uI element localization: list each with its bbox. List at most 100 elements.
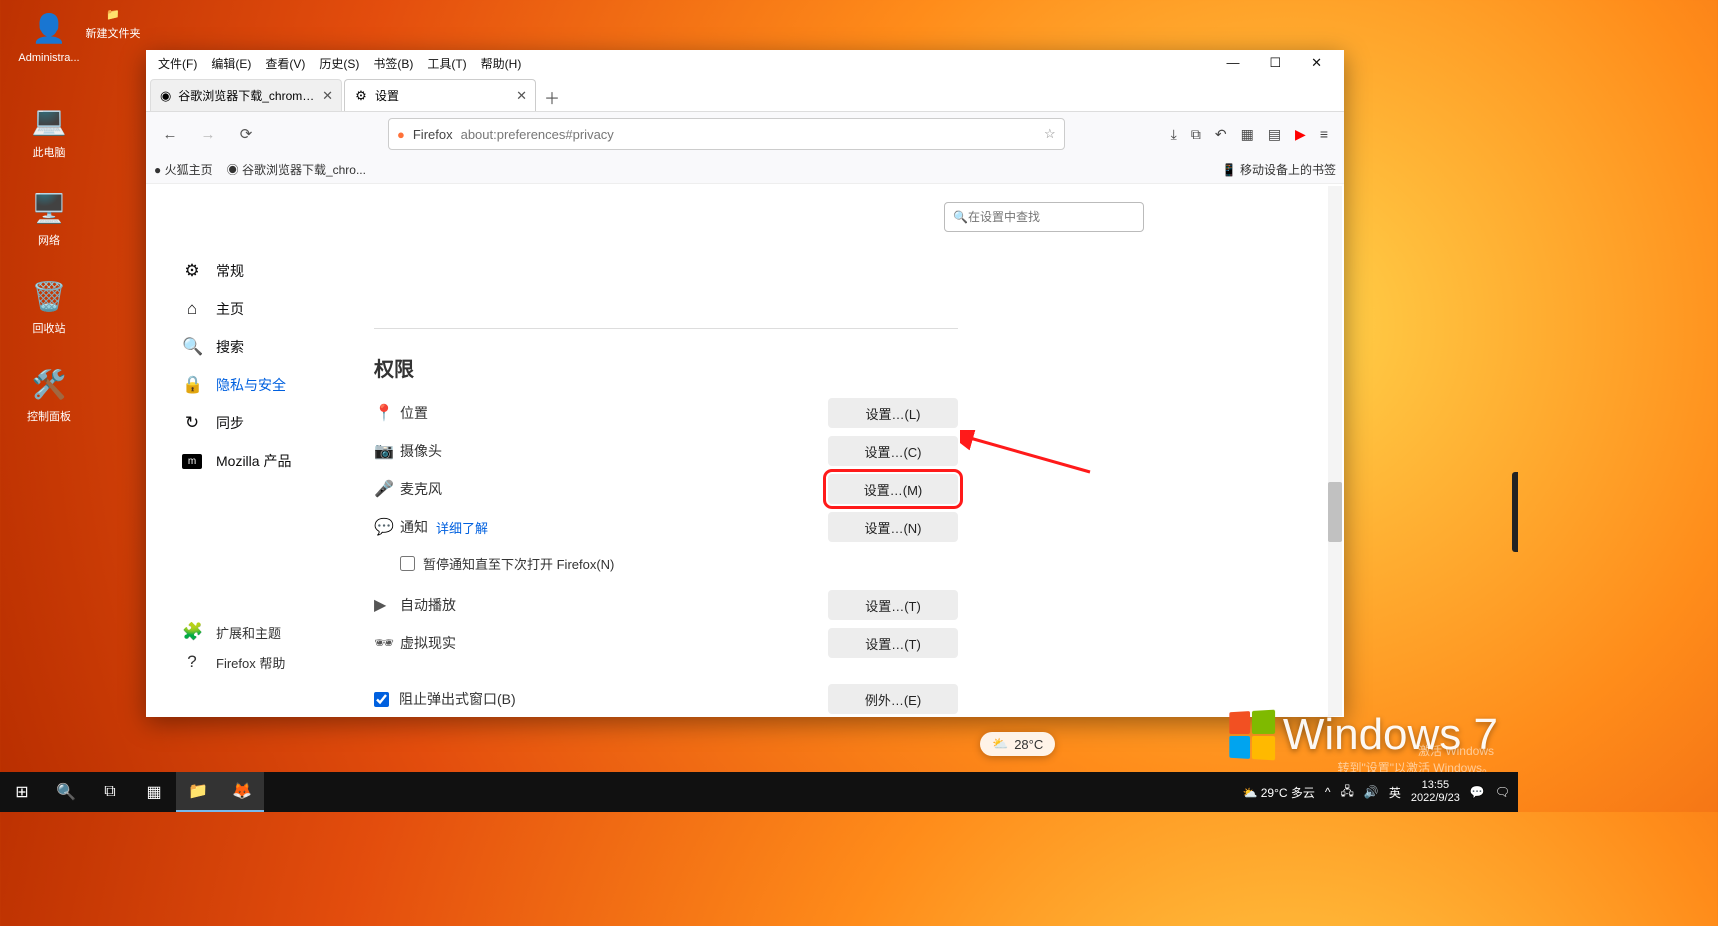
bookmark-fx-home[interactable]: ● 火狐主页 xyxy=(154,161,213,178)
perm-row-camera: 📷 摄像头 设置…(C) xyxy=(374,432,958,470)
desktop-icon-network[interactable]: 🖥️网络 xyxy=(14,188,84,248)
pause-notifications-row: 暂停通知直至下次打开 Firefox(N) xyxy=(374,546,958,580)
perm-row-location: 📍 位置 设置…(L) xyxy=(374,394,958,432)
menu-history[interactable]: 历史(S) xyxy=(313,53,365,74)
settings-button-vr[interactable]: 设置…(T) xyxy=(828,628,958,658)
tray-notifications-icon[interactable]: 💬 xyxy=(1470,785,1485,799)
sidebar-item-label: 常规 xyxy=(216,261,244,281)
tray-weather[interactable]: ⛅ 29°C 多云 xyxy=(1242,784,1314,801)
pause-notifications-checkbox[interactable] xyxy=(400,556,415,571)
page-icon[interactable]: ▤ xyxy=(1268,126,1281,143)
sidebar-item-help[interactable]: ?Firefox 帮助 xyxy=(174,647,293,677)
settings-search-input[interactable] xyxy=(968,210,1135,224)
perm-label: 通知 xyxy=(400,517,428,537)
tray-action-icon[interactable]: 🗨 xyxy=(1495,785,1510,799)
sidebar-item-extensions[interactable]: 🧩扩展和主题 xyxy=(174,617,293,647)
vr-icon: 🕶 xyxy=(374,633,400,653)
settings-button-autoplay[interactable]: 设置…(T) xyxy=(828,590,958,620)
forward-button[interactable]: → xyxy=(192,118,224,150)
sidebar-item-sync[interactable]: ↻ 同步 xyxy=(174,404,374,442)
sidebar-item-label: 搜索 xyxy=(216,337,244,357)
search-icon: 🔍 xyxy=(182,337,202,357)
new-tab-button[interactable]: ＋ xyxy=(538,83,566,111)
taskview-button[interactable]: ⧉ xyxy=(88,772,132,812)
settings-button-mic[interactable]: 设置…(M) xyxy=(828,474,958,504)
bookmark-chrome-dl[interactable]: ◉ 谷歌浏览器下载_chro... xyxy=(227,161,366,178)
window-close-button[interactable]: ✕ xyxy=(1305,53,1328,73)
sidebar-item-mozilla[interactable]: mMozilla 产品 xyxy=(174,442,374,480)
pause-notifications-label: 暂停通知直至下次打开 Firefox(N) xyxy=(423,554,614,573)
window-minimize-button[interactable]: — xyxy=(1220,53,1245,73)
tab-settings[interactable]: ⚙ 设置 ✕ xyxy=(344,79,536,111)
sync-icon: ↻ xyxy=(182,413,202,433)
menubar: 文件(F) 编辑(E) 查看(V) 历史(S) 书签(B) 工具(T) 帮助(H… xyxy=(146,50,1344,76)
chat-icon: 💬 xyxy=(374,517,400,537)
sidebar-item-label: 主页 xyxy=(216,299,244,319)
sidebar-item-general[interactable]: ⚙ 常规 xyxy=(174,252,374,290)
tray-ime[interactable]: 英 xyxy=(1389,784,1401,801)
undo-icon[interactable]: ↶ xyxy=(1215,126,1227,143)
sidebar-item-search[interactable]: 🔍 搜索 xyxy=(174,328,374,366)
sidebar-item-home[interactable]: ⌂主页 xyxy=(174,290,374,328)
tray-chevron-icon[interactable]: ^ xyxy=(1325,785,1331,799)
menu-tools[interactable]: 工具(T) xyxy=(421,53,472,74)
edge-handle[interactable] xyxy=(1512,472,1518,552)
taskbar-firefox[interactable]: 🦊 xyxy=(220,772,264,812)
settings-button-notifications[interactable]: 设置…(N) xyxy=(828,512,958,542)
close-icon[interactable]: ✕ xyxy=(322,88,333,104)
settings-content: ⚙ 常规 ⌂主页 🔍 搜索 🔒隐私与安全 ↻ 同步 mMozilla 产品 🧩扩展和主… xyxy=(146,184,1344,717)
block-popups-row: 阻止弹出式窗口(B) 例外…(E) xyxy=(374,680,958,717)
tray-volume-icon[interactable]: 🔊 xyxy=(1364,785,1379,799)
tray-network-icon[interactable]: 🖧 xyxy=(1341,782,1354,803)
tray-clock[interactable]: 13:55 2022/9/23 xyxy=(1411,779,1460,805)
perm-label: 麦克风 xyxy=(400,479,828,499)
window-maximize-button[interactable]: ☐ xyxy=(1263,53,1287,73)
taskbar-search-button[interactable]: 🔍 xyxy=(44,772,88,812)
desktop-icon-thispc[interactable]: 💻此电脑 xyxy=(14,100,84,160)
sidebar-item-label: 扩展和主题 xyxy=(216,623,281,642)
desktop-icon-admin[interactable]: 👤Administra... xyxy=(14,8,84,64)
camera-icon: 📷 xyxy=(374,441,400,461)
tab-chrome-download[interactable]: ◉ 谷歌浏览器下载_chrome浏览器 ✕ xyxy=(150,79,342,111)
settings-button-camera[interactable]: 设置…(C) xyxy=(828,436,958,466)
bookmark-star-icon[interactable]: ☆ xyxy=(1044,126,1056,142)
desktop-icon-recycle[interactable]: 🗑️回收站 xyxy=(14,276,84,336)
perm-row-mic: 🎤 麦克风 设置…(M) xyxy=(374,470,958,508)
close-icon[interactable]: ✕ xyxy=(516,88,527,104)
desktop-icon-newfolder[interactable]: 📁新建文件夹 xyxy=(78,8,148,41)
bookmark-mobile[interactable]: 📱 移动设备上的书签 xyxy=(1222,161,1336,178)
menu-file[interactable]: 文件(F) xyxy=(152,53,203,74)
settings-button-location[interactable]: 设置…(L) xyxy=(828,398,958,428)
taskbar-explorer[interactable]: 📁 xyxy=(176,772,220,812)
learn-more-link[interactable]: 详细了解 xyxy=(436,518,488,537)
activation-watermark: 激活 Windows 转到"设置"以激活 Windows。 xyxy=(1337,742,1494,776)
apps-button[interactable]: ▦ xyxy=(132,772,176,812)
desktop-icon-controlpanel[interactable]: 🛠️控制面板 xyxy=(14,364,84,424)
apps-icon[interactable]: ▦ xyxy=(1241,126,1254,143)
download-icon[interactable]: ⤓ xyxy=(1171,126,1177,143)
urlbar[interactable]: ● Firefox about:preferences#privacy ☆ xyxy=(388,118,1065,150)
menu-help[interactable]: 帮助(H) xyxy=(475,53,528,74)
gear-icon: ⚙ xyxy=(182,261,202,281)
exceptions-button-popups[interactable]: 例外…(E) xyxy=(828,684,958,714)
hamburger-menu-icon[interactable]: ≡ xyxy=(1320,126,1328,143)
play-icon: ▶ xyxy=(374,595,400,615)
settings-main: 🔍 权限 📍 位置 设置…(L) 📷 摄像头 设置…(C) 🎤 麦克风 xyxy=(374,184,1344,717)
sidebar-item-privacy[interactable]: 🔒隐私与安全 xyxy=(174,366,374,404)
block-popups-checkbox[interactable] xyxy=(374,692,389,707)
perm-label: 位置 xyxy=(400,403,828,423)
menu-edit[interactable]: 编辑(E) xyxy=(205,53,257,74)
mic-icon: 🎤 xyxy=(374,479,400,499)
settings-search[interactable]: 🔍 xyxy=(944,202,1144,232)
back-button[interactable]: ← xyxy=(154,118,186,150)
menu-bookmarks[interactable]: 书签(B) xyxy=(367,53,419,74)
crop-icon[interactable]: ⧉ xyxy=(1191,126,1201,143)
chrome-icon: ◉ xyxy=(159,88,172,104)
sidebar-item-label: Firefox 帮助 xyxy=(216,653,285,672)
reload-button[interactable]: ⟳ xyxy=(230,118,262,150)
menu-view[interactable]: 查看(V) xyxy=(259,53,311,74)
weather-widget[interactable]: ⛅ 28°C xyxy=(980,732,1055,756)
sidebar-item-label: 同步 xyxy=(216,413,244,433)
youtube-icon[interactable]: ▶ xyxy=(1295,126,1306,143)
start-button[interactable]: ⊞ xyxy=(0,772,44,812)
